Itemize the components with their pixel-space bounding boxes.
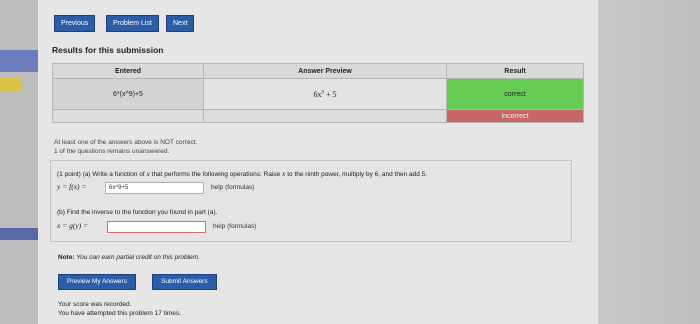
- part-b-question: (b) Find the inverse to the function you…: [57, 209, 218, 216]
- result-correct-badge: correct: [446, 78, 584, 110]
- part-b-help-link[interactable]: help (formulas): [213, 223, 256, 230]
- problem-page: Previous Problem List Next Results for t…: [38, 0, 598, 324]
- problem-box: (1 point) (a) Write a function of x that…: [50, 160, 572, 242]
- previous-button[interactable]: Previous: [54, 15, 96, 32]
- attempts-text: You have attempted this problem 17 times…: [58, 310, 181, 317]
- submission-status: Your score was recorded. You have attemp…: [58, 300, 181, 318]
- entered-cell: [52, 109, 204, 123]
- note-text: You can earn partial credit on this prob…: [74, 254, 200, 261]
- preview-answers-button[interactable]: Preview My Answers: [58, 274, 136, 290]
- answer-preview-cell: 6x9 + 5: [203, 78, 447, 110]
- preview-tail: + 5: [323, 89, 337, 99]
- left-panel-marker: [0, 78, 22, 92]
- answer-preview-cell: [203, 109, 447, 123]
- part-a-label: y = f(x) =: [57, 182, 87, 191]
- results-heading: Results for this submission: [52, 45, 164, 55]
- table-row: incorrect: [52, 109, 584, 123]
- part-a-question: (1 point) (a) Write a function of x that…: [57, 169, 428, 178]
- part-a-answer-input[interactable]: 6x^9+5: [105, 182, 204, 194]
- warning-not-correct: At least one of the answers above is NOT…: [54, 139, 198, 146]
- part-a-help-link[interactable]: help (formulas): [211, 184, 254, 191]
- warning-unanswered: 1 of the questions remains unanswered.: [54, 148, 170, 155]
- problem-list-button[interactable]: Problem List: [106, 15, 159, 32]
- table-row: 6*(x^9)+5 6x9 + 5 correct: [52, 78, 584, 110]
- right-window-edge: [590, 0, 700, 324]
- entered-cell: 6*(x^9)+5: [52, 78, 204, 110]
- part-b-answer-input[interactable]: [107, 221, 206, 233]
- results-warning: At least one of the answers above is NOT…: [54, 138, 197, 156]
- note-label: Note:: [58, 254, 75, 261]
- left-panel-highlight: [0, 50, 40, 72]
- left-window-edge: [0, 0, 40, 324]
- header-answer-preview: Answer Preview: [203, 63, 447, 79]
- partial-credit-note: Note: You can earn partial credit on thi…: [58, 254, 200, 261]
- header-entered: Entered: [52, 63, 204, 79]
- results-table: Entered Answer Preview Result 6*(x^9)+5 …: [52, 63, 584, 123]
- results-header-row: Entered Answer Preview Result: [52, 63, 584, 79]
- header-result: Result: [446, 63, 584, 79]
- submit-answers-button[interactable]: Submit Answers: [152, 274, 217, 290]
- next-button[interactable]: Next: [166, 15, 195, 32]
- score-recorded-text: Your score was recorded.: [58, 301, 132, 308]
- result-incorrect-badge: incorrect: [446, 109, 584, 123]
- part-b-label: x = g(y) =: [57, 221, 89, 230]
- left-panel-highlight-2: [0, 228, 38, 240]
